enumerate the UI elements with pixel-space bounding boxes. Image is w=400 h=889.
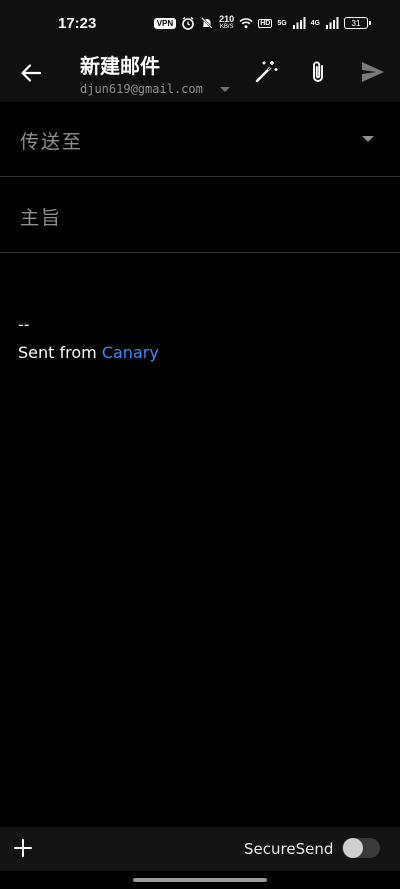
signature-separator: -- <box>18 315 30 334</box>
secure-send-label: SecureSend <box>244 840 334 858</box>
back-arrow-icon <box>21 64 42 82</box>
paperclip-icon <box>313 61 323 82</box>
net-4g-label: 4G <box>310 19 320 27</box>
secure-send-toggle[interactable] <box>342 838 380 858</box>
plus-icon <box>14 839 32 857</box>
net-5g-label: 5G <box>277 19 287 27</box>
attach-button[interactable] <box>301 54 337 90</box>
title-block: 新建邮件 djun619@gmail.com <box>80 50 230 96</box>
status-time: 17:23 <box>58 15 97 32</box>
magic-wand-button[interactable] <box>248 54 284 90</box>
page-title: 新建邮件 <box>80 54 160 78</box>
account-selector[interactable]: djun619@gmail.com <box>80 82 230 96</box>
speed-unit: KB/S <box>219 24 234 30</box>
magic-wand-icon <box>255 61 278 83</box>
signature: Sent from Canary <box>18 343 159 362</box>
signal-icon-2 <box>326 17 339 29</box>
signature-text: Sent from <box>18 343 102 362</box>
chevron-down-icon <box>219 86 230 92</box>
network-speed: 210 KB/S <box>219 15 234 31</box>
subject-label: 主旨 <box>20 207 63 229</box>
add-button[interactable] <box>10 835 36 861</box>
hd-badge: HD <box>258 18 273 28</box>
speed-value: 210 <box>219 14 235 24</box>
wifi-icon <box>239 18 253 29</box>
account-email: djun619@gmail.com <box>80 82 203 96</box>
status-icons: VPN 210 KB/S HD 5G 4G 31 <box>153 15 371 31</box>
battery-icon: 31 <box>344 17 371 29</box>
toggle-knob <box>343 838 363 858</box>
send-button[interactable] <box>355 54 391 90</box>
send-icon <box>362 62 384 82</box>
chevron-down-icon[interactable] <box>362 136 374 142</box>
app-bar: 新建邮件 djun619@gmail.com <box>0 48 400 102</box>
vpn-badge: VPN <box>153 17 177 29</box>
mute-bell-icon <box>201 17 213 29</box>
canary-link[interactable]: Canary <box>102 343 159 362</box>
to-label: 传送至 <box>20 131 84 153</box>
to-field[interactable]: 传送至 <box>0 102 400 177</box>
subject-field[interactable]: 主旨 <box>0 177 400 253</box>
home-indicator[interactable] <box>133 878 267 882</box>
bottom-bar: SecureSend <box>0 827 400 871</box>
status-bar: 17:23 VPN 210 KB/S HD 5G 4G 31 <box>0 0 400 48</box>
signal-icon <box>292 17 306 29</box>
message-body[interactable]: -- Sent from Canary <box>0 253 400 827</box>
back-button[interactable] <box>14 56 48 90</box>
alarm-icon <box>182 16 194 30</box>
